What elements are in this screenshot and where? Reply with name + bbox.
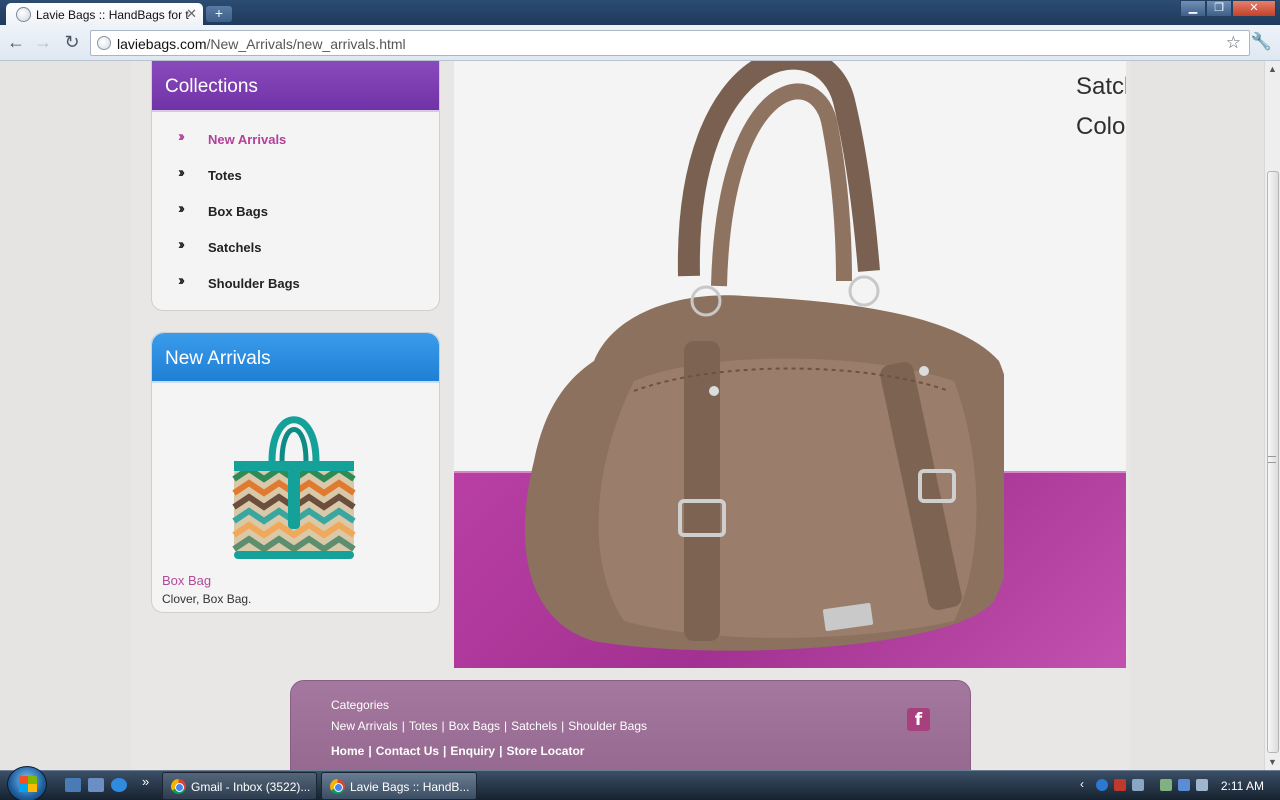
tray-expand-icon[interactable]: ‹: [1080, 777, 1092, 791]
windows-taskbar: » Gmail - Inbox (3522)... Lavie Bags :: …: [0, 766, 1280, 800]
footer-link-enquiry[interactable]: Enquiry: [450, 744, 495, 758]
browser-toolbar: ← → ↻ laviebags.com/New_Arrivals/new_arr…: [0, 25, 1280, 61]
product-description: Clover, Box Bag.: [162, 592, 252, 606]
footer-categories-title: Categories: [331, 698, 390, 712]
menu-item-satchels[interactable]: ›› Satchels: [152, 228, 439, 264]
volume-icon[interactable]: [1196, 779, 1208, 791]
scroll-down-icon[interactable]: ▼: [1268, 757, 1277, 767]
tray-device-icon[interactable]: [1160, 779, 1172, 791]
footer-link-shoulder-bags[interactable]: Shoulder Bags: [568, 719, 647, 733]
window-controls: ▁ ❐ ✕: [1180, 0, 1276, 17]
tray-security-icon[interactable]: [1114, 779, 1126, 791]
scrollbar-grip-icon: [1268, 456, 1276, 463]
show-desktop-icon[interactable]: [65, 778, 81, 792]
facebook-icon[interactable]: f: [907, 708, 930, 731]
forward-arrow-icon[interactable]: →: [32, 32, 54, 54]
menu-item-box-bags[interactable]: ›› Box Bags: [152, 192, 439, 228]
collections-menu: ›› New Arrivals ›› Totes ›› Box Bags ›› …: [152, 112, 439, 300]
page-content: Collections ›› New Arrivals ›› Totes ›› …: [131, 61, 1130, 770]
collections-panel: Collections ›› New Arrivals ›› Totes ›› …: [151, 61, 440, 311]
footer-main-links: Home | Contact Us | Enquiry | Store Locator: [331, 744, 585, 758]
double-chevron-icon: ››: [178, 272, 185, 289]
system-tray: ‹ 2:11 AM: [1080, 771, 1280, 800]
windows-logo-icon: [19, 776, 37, 792]
taskbar-clock[interactable]: 2:11 AM: [1221, 779, 1264, 793]
chrome-icon: [330, 779, 345, 794]
new-arrivals-header: New Arrivals: [152, 333, 439, 383]
start-button[interactable]: [7, 766, 47, 800]
quicklaunch-overflow-icon[interactable]: »: [142, 774, 158, 789]
tab-close-icon[interactable]: ✕: [186, 6, 197, 22]
switch-windows-icon[interactable]: [88, 778, 104, 792]
footer-link-home[interactable]: Home: [331, 744, 364, 758]
site-footer: Categories New Arrivals | Totes | Box Bags…: [290, 680, 971, 770]
address-bar[interactable]: laviebags.com/New_Arrivals/new_arrivals.…: [90, 30, 1250, 56]
double-chevron-icon: ››: [178, 236, 185, 253]
collections-header: Collections: [152, 61, 439, 112]
footer-link-store-locator[interactable]: Store Locator: [506, 744, 584, 758]
taskbar-item-lavie-bags[interactable]: Lavie Bags :: HandB...: [321, 772, 477, 800]
network-icon[interactable]: [1178, 779, 1190, 791]
box-bag-image[interactable]: [224, 401, 364, 567]
new-arrivals-panel: New Arrivals Box Bag Clover, Box Bag.: [151, 332, 440, 613]
tab-title: Lavie Bags :: HandBags for t: [36, 8, 189, 22]
chrome-icon: [171, 779, 186, 794]
tray-sync-icon[interactable]: [1132, 779, 1144, 791]
browser-titlebar: Lavie Bags :: HandBags for t ✕ + ▁ ❐ ✕: [0, 0, 1280, 26]
double-chevron-icon: ››: [178, 164, 185, 181]
double-chevron-icon: ››: [178, 128, 185, 145]
hero-line-1: Satcl: [1076, 73, 1126, 100]
page-viewport: Collections ›› New Arrivals ›› Totes ›› …: [0, 61, 1264, 770]
maximize-icon[interactable]: ❐: [1206, 0, 1232, 17]
menu-item-shoulder-bags[interactable]: ›› Shoulder Bags: [152, 264, 439, 300]
browser-tab[interactable]: Lavie Bags :: HandBags for t ✕: [6, 3, 203, 26]
back-arrow-icon[interactable]: ←: [5, 32, 27, 54]
globe-icon: [97, 36, 111, 50]
taskbar-item-gmail[interactable]: Gmail - Inbox (3522)...: [162, 772, 317, 800]
page-favicon-icon: [16, 7, 31, 22]
footer-link-new-arrivals[interactable]: New Arrivals: [331, 719, 398, 733]
footer-category-links: New Arrivals | Totes | Box Bags | Satchels |…: [331, 719, 648, 733]
minimize-icon[interactable]: ▁: [1180, 0, 1206, 17]
double-chevron-icon: ››: [178, 200, 185, 217]
wrench-icon[interactable]: 🔧: [1251, 32, 1272, 52]
menu-item-totes[interactable]: ›› Totes: [152, 156, 439, 192]
reload-icon[interactable]: ↻: [61, 32, 83, 54]
product-title[interactable]: Box Bag: [162, 573, 211, 588]
footer-link-contact-us[interactable]: Contact Us: [376, 744, 439, 758]
internet-explorer-icon[interactable]: [111, 778, 127, 792]
new-tab-button[interactable]: +: [206, 6, 232, 22]
footer-link-satchels[interactable]: Satchels: [511, 719, 557, 733]
footer-link-totes[interactable]: Totes: [409, 719, 438, 733]
scroll-up-icon[interactable]: ▲: [1268, 64, 1277, 74]
window-close-icon[interactable]: ✕: [1232, 0, 1276, 17]
handbag-image: [524, 61, 1004, 651]
bookmark-star-icon[interactable]: ☆: [1226, 33, 1241, 53]
hero-line-2: Colo: [1076, 113, 1126, 140]
url-text[interactable]: laviebags.com/New_Arrivals/new_arrivals.…: [117, 36, 406, 52]
hero-banner[interactable]: Satcl Colo: [454, 61, 1126, 668]
menu-item-new-arrivals[interactable]: ›› New Arrivals: [152, 120, 439, 156]
tray-app-icon[interactable]: [1096, 779, 1108, 791]
footer-link-box-bags[interactable]: Box Bags: [449, 719, 500, 733]
vertical-scrollbar[interactable]: ▲ ▼: [1264, 61, 1280, 770]
